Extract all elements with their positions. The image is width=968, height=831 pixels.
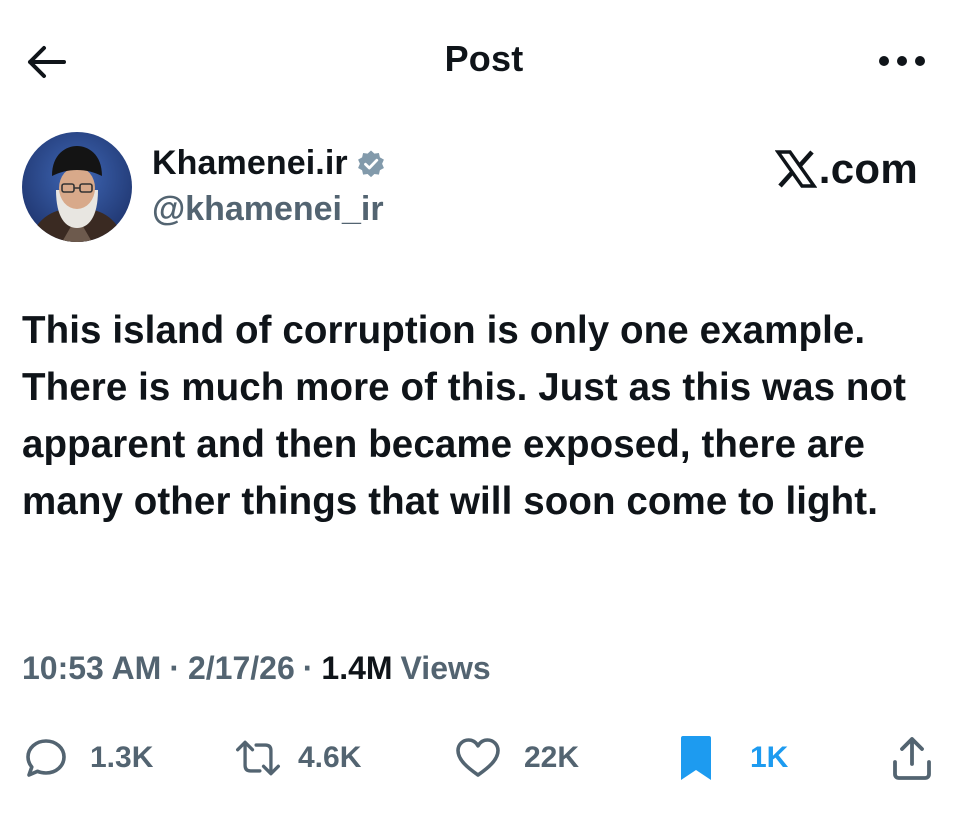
avatar[interactable] [22,132,132,242]
bookmark-button[interactable]: 1K [672,728,788,788]
author-display-name[interactable]: Khamenei.ir [152,144,348,183]
repost-count: 4.6K [298,741,362,774]
repost-icon [234,734,282,782]
verified-badge-icon [356,149,386,179]
views-label[interactable]: Views [401,650,491,687]
meta-separator: · [169,650,180,686]
reply-button[interactable]: 1.3K [22,728,153,788]
reply-icon [22,734,70,782]
profile-photo [22,132,132,242]
bookmark-icon [672,734,720,782]
post-meta: 10:53 AM · 2/17/26 · 1.4M Views [22,650,491,687]
like-count: 22K [524,741,580,774]
post-time[interactable]: 10:53 AM [22,650,161,687]
author-handle[interactable]: @khamenei_ir [152,190,384,229]
share-icon [888,734,936,782]
x-logo-icon [774,150,817,188]
page-title: Post [444,38,524,79]
author-name-row[interactable]: Khamenei.ir [152,144,386,183]
action-bar: 1.3K 4.6K 22K 1K [22,728,942,788]
source-label: .com [774,145,918,193]
bookmark-count: 1K [750,741,789,774]
repost-button[interactable]: 4.6K [234,728,361,788]
source-domain-text: .com [818,145,918,192]
post-date[interactable]: 2/17/26 [188,650,295,687]
post-text: This island of corruption is only one ex… [22,309,907,523]
heart-icon [454,734,502,782]
views-count: 1.4M [321,650,393,686]
reply-count: 1.3K [90,741,154,774]
more-dots-icon [879,56,925,66]
meta-separator: · [302,650,314,686]
top-bar: Post [0,0,968,120]
more-options-button[interactable] [876,46,928,76]
like-button[interactable]: 22K [454,728,579,788]
share-button[interactable] [888,728,936,788]
